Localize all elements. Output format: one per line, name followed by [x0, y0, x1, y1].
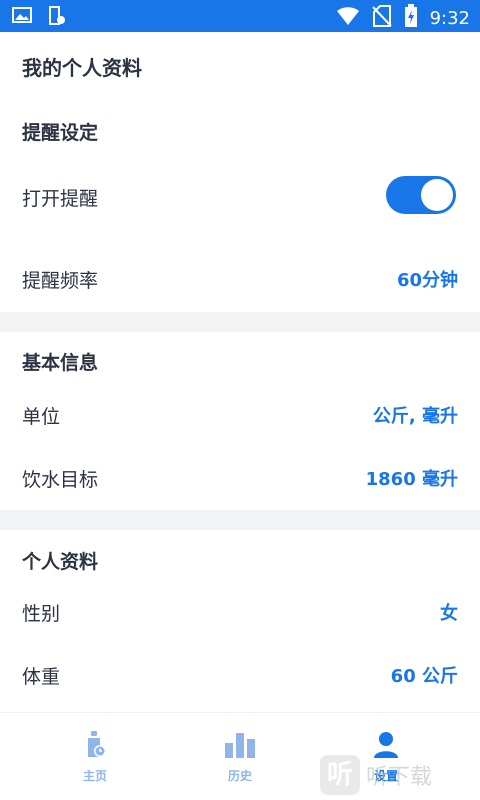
weight-value: 60 公斤 [390, 666, 458, 687]
watermark-badge: 听 [320, 755, 360, 795]
watermark: 听 听下载 [320, 755, 432, 795]
water-goal-label: 饮水目标 [22, 469, 99, 491]
open-reminder-row: 打开提醒 [0, 176, 480, 220]
weight-label: 体重 [22, 666, 61, 688]
unit-label: 单位 [22, 406, 61, 428]
gender-label: 性别 [22, 603, 61, 625]
gender-value: 女 [440, 603, 458, 624]
open-reminder-label: 打开提醒 [22, 188, 99, 210]
reminder-frequency-label: 提醒频率 [22, 270, 99, 292]
section-title-reminder: 提醒设定 [22, 122, 99, 144]
bar-chart-icon [224, 733, 256, 763]
nav-home[interactable]: 主页 [55, 731, 135, 784]
section-title-basic: 基本信息 [22, 352, 99, 374]
reminder-frequency-row[interactable]: 提醒频率 60分钟 [0, 258, 480, 302]
cup-notification-icon [48, 6, 66, 30]
section-divider [0, 510, 480, 530]
page-title: 我的个人资料 [22, 56, 142, 80]
status-bar: 9:32 [0, 0, 480, 32]
unit-row[interactable]: 单位 公斤, 毫升 [0, 394, 480, 438]
nav-history-label: 历史 [227, 769, 252, 783]
water-goal-value: 1860 毫升 [365, 469, 458, 490]
status-time: 9:32 [429, 7, 470, 29]
wifi-icon [336, 6, 360, 30]
section-divider [0, 312, 480, 332]
unit-value: 公斤, 毫升 [372, 406, 458, 427]
reminder-frequency-value: 60分钟 [396, 270, 458, 291]
water-goal-row[interactable]: 饮水目标 1860 毫升 [0, 457, 480, 501]
gender-row[interactable]: 性别 女 [0, 591, 480, 635]
battery-charging-icon [404, 4, 418, 32]
weight-row[interactable]: 体重 60 公斤 [0, 654, 480, 698]
open-reminder-toggle[interactable] [386, 176, 456, 214]
section-title-profile: 个人资料 [22, 551, 99, 573]
toggle-knob [421, 179, 453, 211]
no-sim-icon [371, 5, 392, 31]
bottle-icon [83, 731, 107, 763]
nav-history[interactable]: 历史 [200, 731, 280, 784]
image-icon [12, 6, 32, 30]
watermark-text: 听下载 [366, 765, 433, 790]
nav-home-label: 主页 [82, 769, 107, 783]
